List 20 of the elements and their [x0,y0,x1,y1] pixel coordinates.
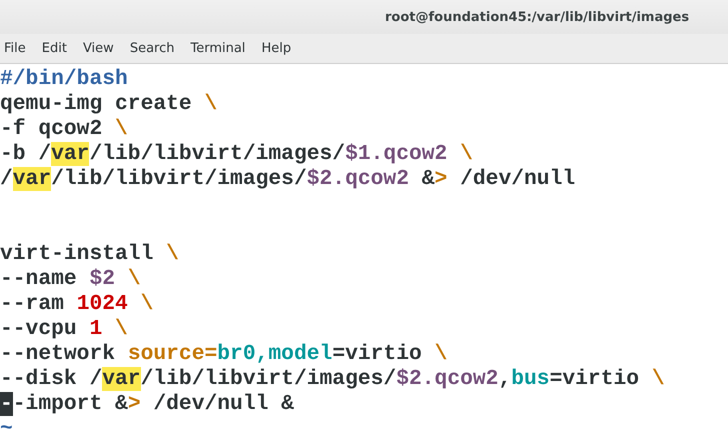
code-line: ~ [0,417,14,436]
code-line: --disk /var/lib/libvirt/images/$2.qcow2,bus=virtio \ [0,367,666,392]
menu-item[interactable]: View [82,41,114,56]
code-line: --ram 1024 \ [0,292,154,317]
window-title: root@foundation45:/var/lib/libvirt/images [385,10,690,24]
code-line: qemu-img create \ [0,92,218,117]
menu-item[interactable]: Help [261,41,292,56]
code-line: virt-install \ [0,242,180,267]
menu-item[interactable]: Edit [42,41,67,56]
menu-item[interactable]: Search [130,41,174,56]
code-line: -b /var/lib/libvirt/images/$1.qcow2 \ [0,142,474,167]
menu-item[interactable]: File [4,41,26,56]
code-line: /var/lib/libvirt/images/$2.qcow2 &> /dev/null [0,167,576,192]
code-line: #/bin/bash [0,67,129,92]
menu-item[interactable]: Terminal [190,41,246,56]
code-line: --vcpu 1 \ [0,317,129,342]
code-line: -f qcow2 \ [0,117,129,142]
code-line: --network source=br0,model=virtio \ [0,342,448,367]
code-line: --name $2 \ [0,267,142,292]
code-line: --import &> /dev/null & [0,392,295,417]
